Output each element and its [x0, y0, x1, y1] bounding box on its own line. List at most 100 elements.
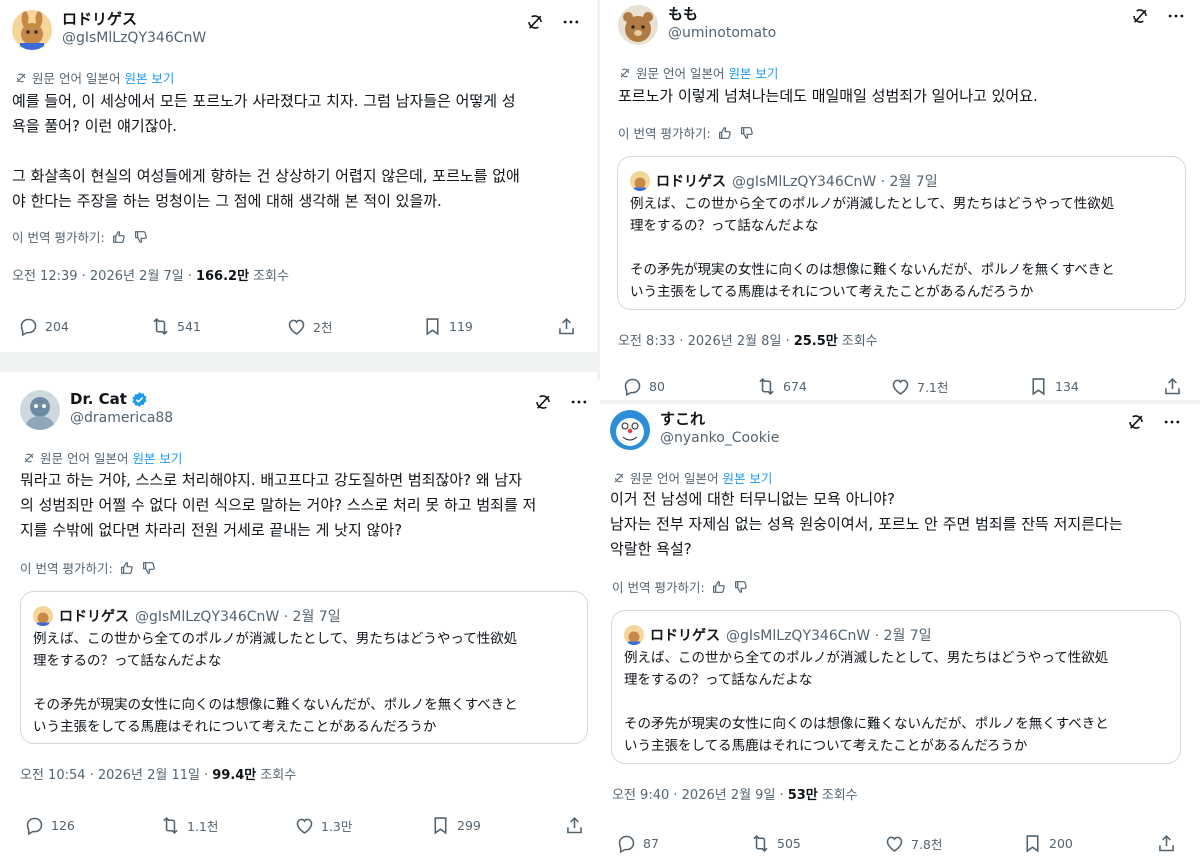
- view-label: 조회수: [253, 269, 289, 284]
- reply-button[interactable]: 87: [616, 833, 659, 854]
- rate-translation-label: 이 번역 평가하기:: [618, 126, 711, 141]
- show-original-link[interactable]: 원본 보기: [728, 63, 778, 82]
- grok-icon[interactable]: [1130, 6, 1150, 26]
- tweet-card[interactable]: もも @uminotomato 원문 언어 일본어 원본 보기 포르노가 이렇게…: [600, 0, 1200, 400]
- translated-from-label: 원문 언어 일본어: [32, 71, 121, 86]
- quoted-tweet[interactable]: ロドリゲス @gIsMlLzQY346CnW · 2월 7일 例えば、この世から…: [20, 591, 588, 744]
- display-name[interactable]: すこれ: [660, 410, 779, 429]
- thumbs-down-icon[interactable]: [133, 229, 149, 245]
- thumbs-up-icon[interactable]: [717, 125, 733, 141]
- share-button[interactable]: [556, 316, 577, 337]
- show-original-link[interactable]: 원본 보기: [132, 448, 182, 467]
- user-handle[interactable]: @dramerica88: [70, 409, 173, 428]
- timestamp[interactable]: 오전 8:33 · 2026년 2월 8일 ·: [618, 330, 790, 349]
- more-icon[interactable]: [1166, 6, 1186, 26]
- more-icon[interactable]: [569, 392, 589, 412]
- bookmark-button[interactable]: 200: [1022, 833, 1073, 854]
- grok-icon[interactable]: [533, 392, 553, 412]
- thumbs-down-icon[interactable]: [141, 560, 157, 576]
- thumbs-down-icon[interactable]: [739, 125, 755, 141]
- tweet-text: 이거 전 남성에 대한 터무니없는 모욕 아니야? 남자는 전부 자제심 없는 …: [610, 490, 1123, 558]
- more-icon[interactable]: [561, 12, 581, 32]
- translate-icon: [618, 66, 632, 80]
- quoted-tweet[interactable]: ロドリゲス @gIsMlLzQY346CnW · 2월 7일 例えば、この世から…: [617, 156, 1186, 310]
- view-count: 166.2만: [195, 269, 250, 284]
- timestamp[interactable]: 오전 9:40 · 2026년 2월 9일 ·: [612, 784, 784, 803]
- bookmark-button[interactable]: 299: [430, 815, 481, 836]
- tweet-text: 포르노가 이렇게 넘쳐나는데도 매일매일 성범죄가 일어나고 있어요.: [618, 87, 1038, 105]
- quoted-avatar: [624, 625, 644, 645]
- tweet-card[interactable]: Dr. Cat @dramerica88 원문 언어 일본어 원본 보기 뭐라고…: [0, 372, 597, 866]
- grok-icon[interactable]: [1126, 412, 1146, 432]
- rate-translation-label: 이 번역 평가하기:: [20, 561, 113, 576]
- repost-button[interactable]: 674: [756, 376, 807, 397]
- show-original-link[interactable]: 원본 보기: [722, 468, 772, 487]
- reply-count: 80: [649, 379, 665, 394]
- thumbs-up-icon[interactable]: [111, 229, 127, 245]
- translate-icon: [612, 471, 626, 485]
- quoted-handle: @gIsMlLzQY346CnW · 2월 7일: [135, 609, 341, 625]
- tweet-card[interactable]: すこれ @nyanko_Cookie 원문 언어 일본어 원본 보기 이거 전 …: [600, 404, 1200, 866]
- display-name[interactable]: ロドリゲス: [62, 10, 206, 29]
- reply-button[interactable]: 126: [24, 815, 75, 836]
- quoted-display-name: ロドリゲス: [59, 609, 129, 625]
- repost-count: 1.1천: [187, 819, 219, 834]
- avatar[interactable]: [12, 10, 52, 50]
- reply-button[interactable]: 80: [622, 376, 665, 397]
- like-button[interactable]: 1.3만: [294, 815, 352, 836]
- thumbs-up-icon[interactable]: [119, 560, 135, 576]
- avatar[interactable]: [20, 390, 60, 430]
- tweet-text: 뭐라고 하는 거야, 스스로 처리해야지. 배고프다고 강도질하면 범죄잖아? …: [20, 471, 537, 539]
- show-original-link[interactable]: 원본 보기: [124, 68, 174, 87]
- verified-badge-icon: [131, 391, 148, 408]
- translated-from-label: 원문 언어 일본어: [636, 66, 725, 81]
- row-divider-left: [0, 352, 597, 372]
- repost-button[interactable]: 541: [150, 316, 201, 337]
- like-count: 7.1천: [917, 380, 949, 395]
- rate-translation-label: 이 번역 평가하기:: [612, 580, 705, 595]
- like-button[interactable]: 2천: [286, 316, 332, 337]
- bookmark-count: 134: [1055, 379, 1079, 394]
- bookmark-icon: [1028, 376, 1049, 397]
- avatar[interactable]: [610, 410, 650, 450]
- repost-button[interactable]: 1.1천: [160, 815, 218, 836]
- timestamp[interactable]: 오전 12:39 · 2026년 2월 7일 ·: [12, 265, 192, 284]
- repost-icon: [750, 833, 771, 854]
- share-button[interactable]: [564, 815, 585, 836]
- avatar[interactable]: [618, 5, 658, 45]
- repost-count: 674: [783, 379, 807, 394]
- like-button[interactable]: 7.8천: [884, 833, 942, 854]
- view-count: 25.5만: [793, 334, 838, 349]
- grok-icon[interactable]: [525, 12, 545, 32]
- reply-count: 204: [45, 319, 69, 334]
- like-count: 7.8천: [911, 837, 943, 852]
- reply-icon: [622, 376, 643, 397]
- translated-from-label: 원문 언어 일본어: [40, 451, 129, 466]
- quoted-tweet[interactable]: ロドリゲス @gIsMlLzQY346CnW · 2월 7일 例えば、この世から…: [611, 610, 1181, 764]
- quoted-text: 例えば、この世から全てのポルノが消滅したとして、男たちはどうやって性欲処 理をす…: [624, 650, 1109, 754]
- bookmark-button[interactable]: 134: [1028, 376, 1079, 397]
- tweet-card[interactable]: ロドリゲス @gIsMlLzQY346CnW 원문 언어 일본어 원본 보기 예…: [0, 0, 597, 352]
- like-button[interactable]: 7.1천: [890, 376, 948, 397]
- share-button[interactable]: [1162, 376, 1183, 397]
- user-handle[interactable]: @gIsMlLzQY346CnW: [62, 29, 206, 48]
- share-button[interactable]: [1156, 833, 1177, 854]
- thumbs-down-icon[interactable]: [733, 579, 749, 595]
- thumbs-up-icon[interactable]: [711, 579, 727, 595]
- quoted-display-name: ロドリゲス: [650, 628, 720, 644]
- reply-button[interactable]: 204: [18, 316, 69, 337]
- like-count: 1.3만: [321, 819, 353, 834]
- bookmark-button[interactable]: 119: [422, 316, 473, 337]
- timestamp[interactable]: 오전 10:54 · 2026년 2월 11일 ·: [20, 764, 208, 783]
- bookmark-icon: [1022, 833, 1043, 854]
- more-icon[interactable]: [1162, 412, 1182, 432]
- user-handle[interactable]: @uminotomato: [668, 24, 776, 43]
- repost-button[interactable]: 505: [750, 833, 801, 854]
- bookmark-count: 119: [449, 319, 473, 334]
- user-handle[interactable]: @nyanko_Cookie: [660, 429, 779, 448]
- quoted-text: 例えば、この世から全てのポルノが消滅したとして、男たちはどうやって性欲処 理をす…: [33, 631, 518, 735]
- display-name[interactable]: Dr. Cat: [70, 390, 127, 409]
- quoted-handle: @gIsMlLzQY346CnW · 2월 7일: [732, 174, 938, 190]
- display-name[interactable]: もも: [668, 5, 776, 24]
- translate-icon: [22, 451, 36, 465]
